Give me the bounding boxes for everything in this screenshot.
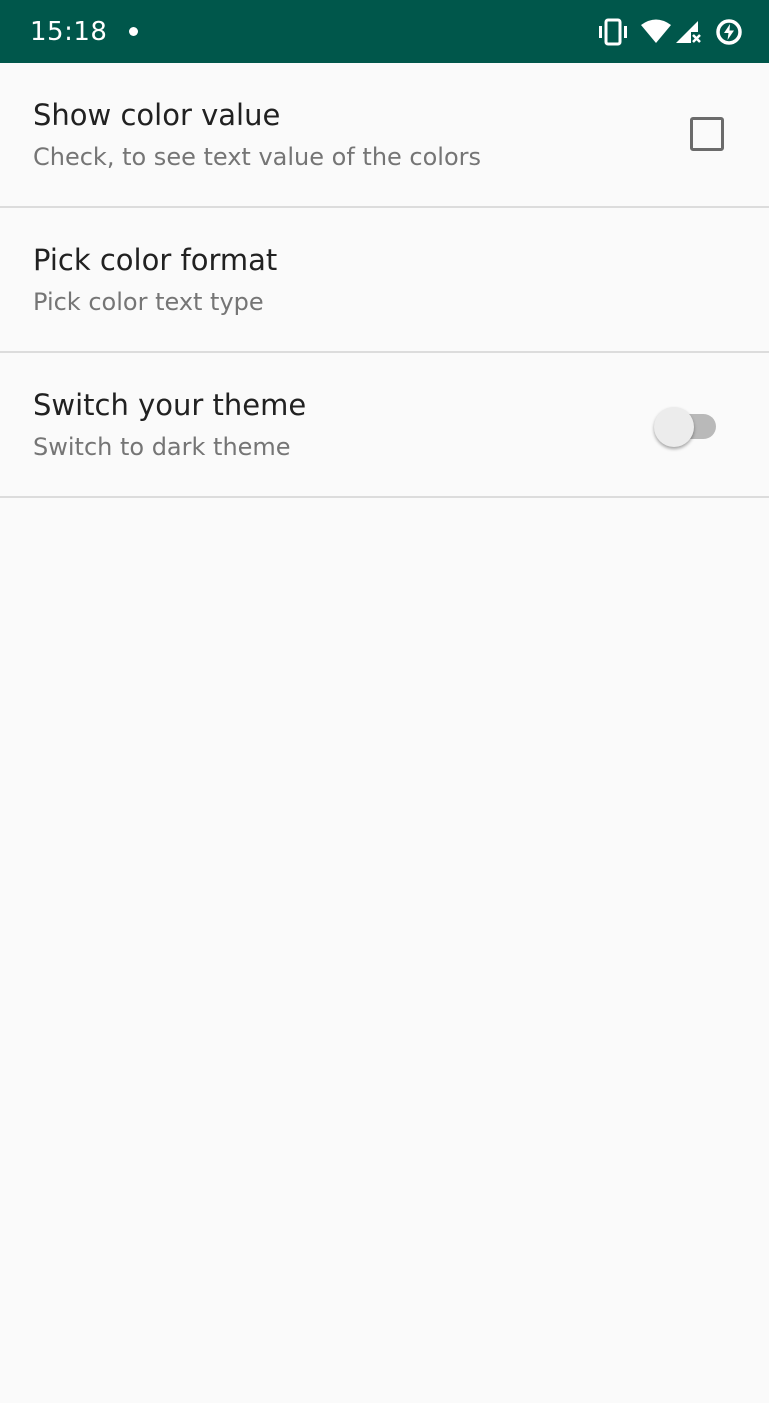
pref-switch-theme[interactable]: Switch your theme Switch to dark theme <box>0 353 769 498</box>
wifi-icon <box>641 19 671 43</box>
pref-show-color-value[interactable]: Show color value Check, to see text valu… <box>0 63 769 208</box>
pref-title: Show color value <box>33 98 281 132</box>
pref-title: Switch your theme <box>33 388 307 422</box>
pref-summary: Check, to see text value of the colors <box>33 143 482 171</box>
status-bar: 15:18 <box>0 0 769 63</box>
status-time: 15:18 <box>30 17 108 47</box>
pref-summary: Pick color text type <box>33 288 264 316</box>
cellular-no-signal-icon <box>676 21 701 43</box>
pref-pick-color-format[interactable]: Pick color format Pick color text type <box>0 208 769 353</box>
show-color-value-checkbox[interactable] <box>690 117 724 151</box>
dark-theme-switch[interactable] <box>652 407 720 447</box>
vibrate-icon <box>599 18 627 46</box>
switch-thumb <box>654 407 694 447</box>
pref-title: Pick color format <box>33 243 278 277</box>
pref-summary: Switch to dark theme <box>33 433 291 461</box>
data-saver-icon <box>716 19 742 45</box>
settings-list: Show color value Check, to see text valu… <box>0 63 769 498</box>
notification-dot-icon <box>129 27 138 36</box>
